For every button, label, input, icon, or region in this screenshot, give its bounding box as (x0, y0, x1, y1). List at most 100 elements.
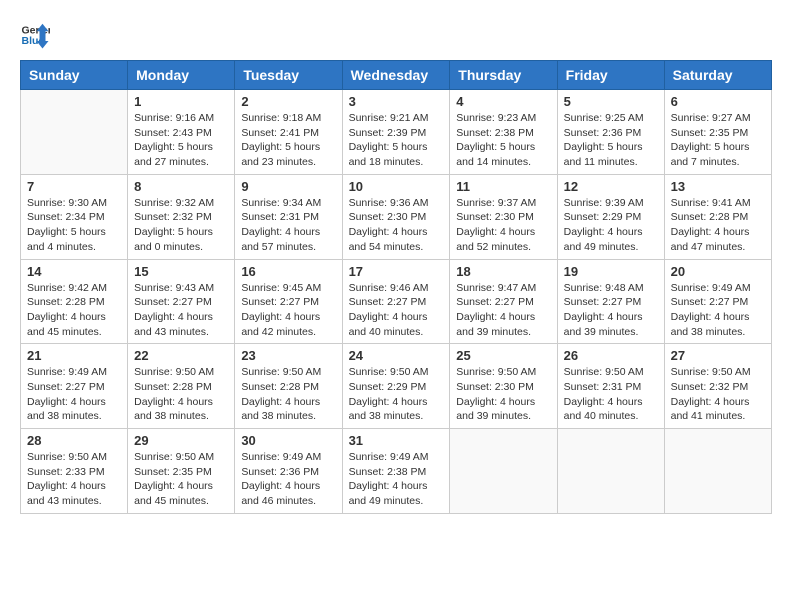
day-number: 23 (241, 348, 335, 363)
calendar-cell: 5 Sunrise: 9:25 AM Sunset: 2:36 PM Daylig… (557, 90, 664, 175)
day-number: 25 (456, 348, 550, 363)
day-info: Sunrise: 9:41 AM Sunset: 2:28 PM Dayligh… (671, 196, 765, 255)
day-info: Sunrise: 9:50 AM Sunset: 2:33 PM Dayligh… (27, 450, 121, 509)
column-header-tuesday: Tuesday (235, 61, 342, 90)
column-header-monday: Monday (128, 61, 235, 90)
calendar-cell: 15 Sunrise: 9:43 AM Sunset: 2:27 PM Dayli… (128, 259, 235, 344)
day-info: Sunrise: 9:50 AM Sunset: 2:28 PM Dayligh… (134, 365, 228, 424)
day-info: Sunrise: 9:48 AM Sunset: 2:27 PM Dayligh… (564, 281, 658, 340)
calendar-cell: 29 Sunrise: 9:50 AM Sunset: 2:35 PM Dayli… (128, 429, 235, 514)
calendar-cell: 14 Sunrise: 9:42 AM Sunset: 2:28 PM Dayli… (21, 259, 128, 344)
calendar-cell: 12 Sunrise: 9:39 AM Sunset: 2:29 PM Dayli… (557, 174, 664, 259)
day-number: 31 (349, 433, 444, 448)
day-info: Sunrise: 9:21 AM Sunset: 2:39 PM Dayligh… (349, 111, 444, 170)
day-info: Sunrise: 9:18 AM Sunset: 2:41 PM Dayligh… (241, 111, 335, 170)
calendar-week-5: 28 Sunrise: 9:50 AM Sunset: 2:33 PM Dayli… (21, 429, 772, 514)
column-header-saturday: Saturday (664, 61, 771, 90)
calendar-cell: 25Sunrise: 9:50 AM Sunset: 2:30 PM Dayli… (450, 344, 557, 429)
calendar-cell: 17 Sunrise: 9:46 AM Sunset: 2:27 PM Dayli… (342, 259, 450, 344)
calendar-cell: 3 Sunrise: 9:21 AM Sunset: 2:39 PM Daylig… (342, 90, 450, 175)
day-info: Sunrise: 9:50 AM Sunset: 2:35 PM Dayligh… (134, 450, 228, 509)
day-number: 5 (564, 94, 658, 109)
calendar-week-3: 14 Sunrise: 9:42 AM Sunset: 2:28 PM Dayli… (21, 259, 772, 344)
day-number: 9 (241, 179, 335, 194)
day-number: 11 (456, 179, 550, 194)
calendar-cell: 27 Sunrise: 9:50 AM Sunset: 2:32 PM Dayli… (664, 344, 771, 429)
calendar-cell: 11 Sunrise: 9:37 AM Sunset: 2:30 PM Dayli… (450, 174, 557, 259)
day-info: Sunrise: 9:47 AM Sunset: 2:27 PM Dayligh… (456, 281, 550, 340)
calendar-cell: 21Sunrise: 9:49 AM Sunset: 2:27 PM Dayli… (21, 344, 128, 429)
calendar-week-1: 1 Sunrise: 9:16 AM Sunset: 2:43 PM Daylig… (21, 90, 772, 175)
calendar-cell: 18 Sunrise: 9:47 AM Sunset: 2:27 PM Dayli… (450, 259, 557, 344)
day-info: Sunrise: 9:34 AM Sunset: 2:31 PM Dayligh… (241, 196, 335, 255)
calendar-cell: 10 Sunrise: 9:36 AM Sunset: 2:30 PM Dayli… (342, 174, 450, 259)
calendar-cell: 20 Sunrise: 9:49 AM Sunset: 2:27 PM Dayli… (664, 259, 771, 344)
calendar-cell: 13 Sunrise: 9:41 AM Sunset: 2:28 PM Dayli… (664, 174, 771, 259)
calendar-cell: 22Sunrise: 9:50 AM Sunset: 2:28 PM Dayli… (128, 344, 235, 429)
day-number: 18 (456, 264, 550, 279)
calendar-cell: 19 Sunrise: 9:48 AM Sunset: 2:27 PM Dayli… (557, 259, 664, 344)
day-info: Sunrise: 9:25 AM Sunset: 2:36 PM Dayligh… (564, 111, 658, 170)
day-info: Sunrise: 9:32 AM Sunset: 2:32 PM Dayligh… (134, 196, 228, 255)
calendar-cell: 28 Sunrise: 9:50 AM Sunset: 2:33 PM Dayli… (21, 429, 128, 514)
logo-icon: General Blue (20, 20, 50, 50)
logo: General Blue (20, 20, 50, 50)
day-info: Sunrise: 9:50 AM Sunset: 2:31 PM Dayligh… (564, 365, 658, 424)
day-number: 12 (564, 179, 658, 194)
day-number: 27 (671, 348, 765, 363)
day-info: Sunrise: 9:43 AM Sunset: 2:27 PM Dayligh… (134, 281, 228, 340)
calendar-cell: 8Sunrise: 9:32 AM Sunset: 2:32 PM Daylig… (128, 174, 235, 259)
day-info: Sunrise: 9:30 AM Sunset: 2:34 PM Dayligh… (27, 196, 121, 255)
calendar-cell: 30 Sunrise: 9:49 AM Sunset: 2:36 PM Dayli… (235, 429, 342, 514)
day-number: 29 (134, 433, 228, 448)
day-number: 15 (134, 264, 228, 279)
day-number: 13 (671, 179, 765, 194)
day-info: Sunrise: 9:50 AM Sunset: 2:28 PM Dayligh… (241, 365, 335, 424)
column-header-sunday: Sunday (21, 61, 128, 90)
day-number: 30 (241, 433, 335, 448)
column-header-friday: Friday (557, 61, 664, 90)
day-number: 10 (349, 179, 444, 194)
day-info: Sunrise: 9:37 AM Sunset: 2:30 PM Dayligh… (456, 196, 550, 255)
calendar-cell: 7 Sunrise: 9:30 AM Sunset: 2:34 PM Daylig… (21, 174, 128, 259)
day-info: Sunrise: 9:16 AM Sunset: 2:43 PM Dayligh… (134, 111, 228, 170)
day-info: Sunrise: 9:49 AM Sunset: 2:38 PM Dayligh… (349, 450, 444, 509)
day-info: Sunrise: 9:49 AM Sunset: 2:27 PM Dayligh… (671, 281, 765, 340)
day-info: Sunrise: 9:46 AM Sunset: 2:27 PM Dayligh… (349, 281, 444, 340)
calendar-cell: 1 Sunrise: 9:16 AM Sunset: 2:43 PM Daylig… (128, 90, 235, 175)
day-info: Sunrise: 9:42 AM Sunset: 2:28 PM Dayligh… (27, 281, 121, 340)
column-header-thursday: Thursday (450, 61, 557, 90)
header: General Blue (20, 20, 772, 50)
day-number: 7 (27, 179, 121, 194)
calendar-cell: 24Sunrise: 9:50 AM Sunset: 2:29 PM Dayli… (342, 344, 450, 429)
day-info: Sunrise: 9:27 AM Sunset: 2:35 PM Dayligh… (671, 111, 765, 170)
calendar-header-row: SundayMondayTuesdayWednesdayThursdayFrid… (21, 61, 772, 90)
calendar-cell: 9 Sunrise: 9:34 AM Sunset: 2:31 PM Daylig… (235, 174, 342, 259)
calendar: SundayMondayTuesdayWednesdayThursdayFrid… (20, 60, 772, 514)
calendar-cell: 4Sunrise: 9:23 AM Sunset: 2:38 PM Daylig… (450, 90, 557, 175)
day-number: 14 (27, 264, 121, 279)
day-info: Sunrise: 9:49 AM Sunset: 2:36 PM Dayligh… (241, 450, 335, 509)
day-number: 21 (27, 348, 121, 363)
day-number: 20 (671, 264, 765, 279)
day-info: Sunrise: 9:45 AM Sunset: 2:27 PM Dayligh… (241, 281, 335, 340)
day-number: 3 (349, 94, 444, 109)
day-number: 24 (349, 348, 444, 363)
day-number: 17 (349, 264, 444, 279)
calendar-cell (21, 90, 128, 175)
calendar-cell (664, 429, 771, 514)
day-number: 19 (564, 264, 658, 279)
calendar-cell: 2 Sunrise: 9:18 AM Sunset: 2:41 PM Daylig… (235, 90, 342, 175)
day-number: 2 (241, 94, 335, 109)
calendar-cell: 16Sunrise: 9:45 AM Sunset: 2:27 PM Dayli… (235, 259, 342, 344)
calendar-week-2: 7 Sunrise: 9:30 AM Sunset: 2:34 PM Daylig… (21, 174, 772, 259)
day-number: 28 (27, 433, 121, 448)
calendar-cell: 23 Sunrise: 9:50 AM Sunset: 2:28 PM Dayli… (235, 344, 342, 429)
column-header-wednesday: Wednesday (342, 61, 450, 90)
day-info: Sunrise: 9:36 AM Sunset: 2:30 PM Dayligh… (349, 196, 444, 255)
day-info: Sunrise: 9:50 AM Sunset: 2:32 PM Dayligh… (671, 365, 765, 424)
calendar-cell (450, 429, 557, 514)
calendar-cell: 31 Sunrise: 9:49 AM Sunset: 2:38 PM Dayli… (342, 429, 450, 514)
day-number: 1 (134, 94, 228, 109)
day-info: Sunrise: 9:39 AM Sunset: 2:29 PM Dayligh… (564, 196, 658, 255)
